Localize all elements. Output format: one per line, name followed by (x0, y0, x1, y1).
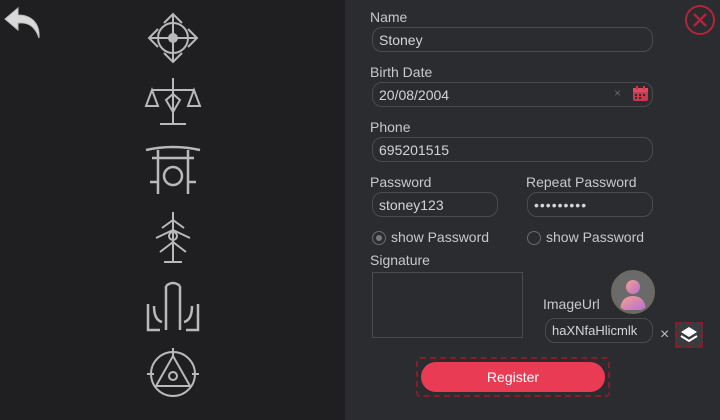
emblem-scales-icon[interactable] (142, 74, 204, 130)
layers-icon (680, 327, 698, 343)
name-label: Name (370, 9, 408, 25)
birth-date-label: Birth Date (370, 64, 433, 80)
phone-label: Phone (370, 119, 411, 135)
show-repeat-password-label[interactable]: show Password (546, 229, 644, 245)
name-field[interactable]: Stoney (372, 27, 653, 52)
repeat-password-field[interactable]: ••••••••• (527, 192, 653, 217)
calendar-icon[interactable] (632, 85, 649, 102)
layers-button[interactable] (675, 322, 703, 348)
signature-label: Signature (370, 252, 430, 268)
register-button[interactable]: Register (421, 362, 605, 392)
birth-date-field[interactable]: 20/08/2004 (372, 82, 653, 107)
show-password-label[interactable]: show Password (391, 229, 489, 245)
close-circle-icon[interactable] (684, 4, 716, 36)
emblem-cross-icon[interactable] (142, 10, 204, 66)
repeat-password-label: Repeat Password (526, 174, 637, 190)
birth-date-value: 20/08/2004 (379, 87, 450, 103)
image-url-field[interactable]: haXNfaHlicmlk (545, 318, 653, 343)
avatar[interactable] (611, 270, 655, 314)
image-url-label: ImageUrl (543, 296, 600, 312)
emblem-triangle-star-icon[interactable] (142, 346, 204, 402)
avatar-placeholder-icon (613, 272, 653, 312)
password-label: Password (370, 174, 432, 190)
register-button-frame[interactable]: Register (416, 357, 610, 397)
signature-pad[interactable] (372, 272, 523, 338)
clear-date-icon[interactable]: × (614, 86, 621, 100)
emblem-gate-icon[interactable] (142, 142, 204, 198)
phone-field[interactable]: 695201515 (372, 137, 653, 162)
show-repeat-password-radio[interactable] (527, 231, 541, 245)
password-field[interactable]: stoney123 (372, 192, 498, 217)
show-password-radio[interactable] (372, 231, 386, 245)
emblem-tree-icon[interactable] (142, 208, 204, 264)
emblem-pillars-icon[interactable] (142, 280, 204, 336)
back-arrow-icon[interactable] (2, 2, 44, 42)
clear-image-icon[interactable]: × (660, 326, 669, 344)
